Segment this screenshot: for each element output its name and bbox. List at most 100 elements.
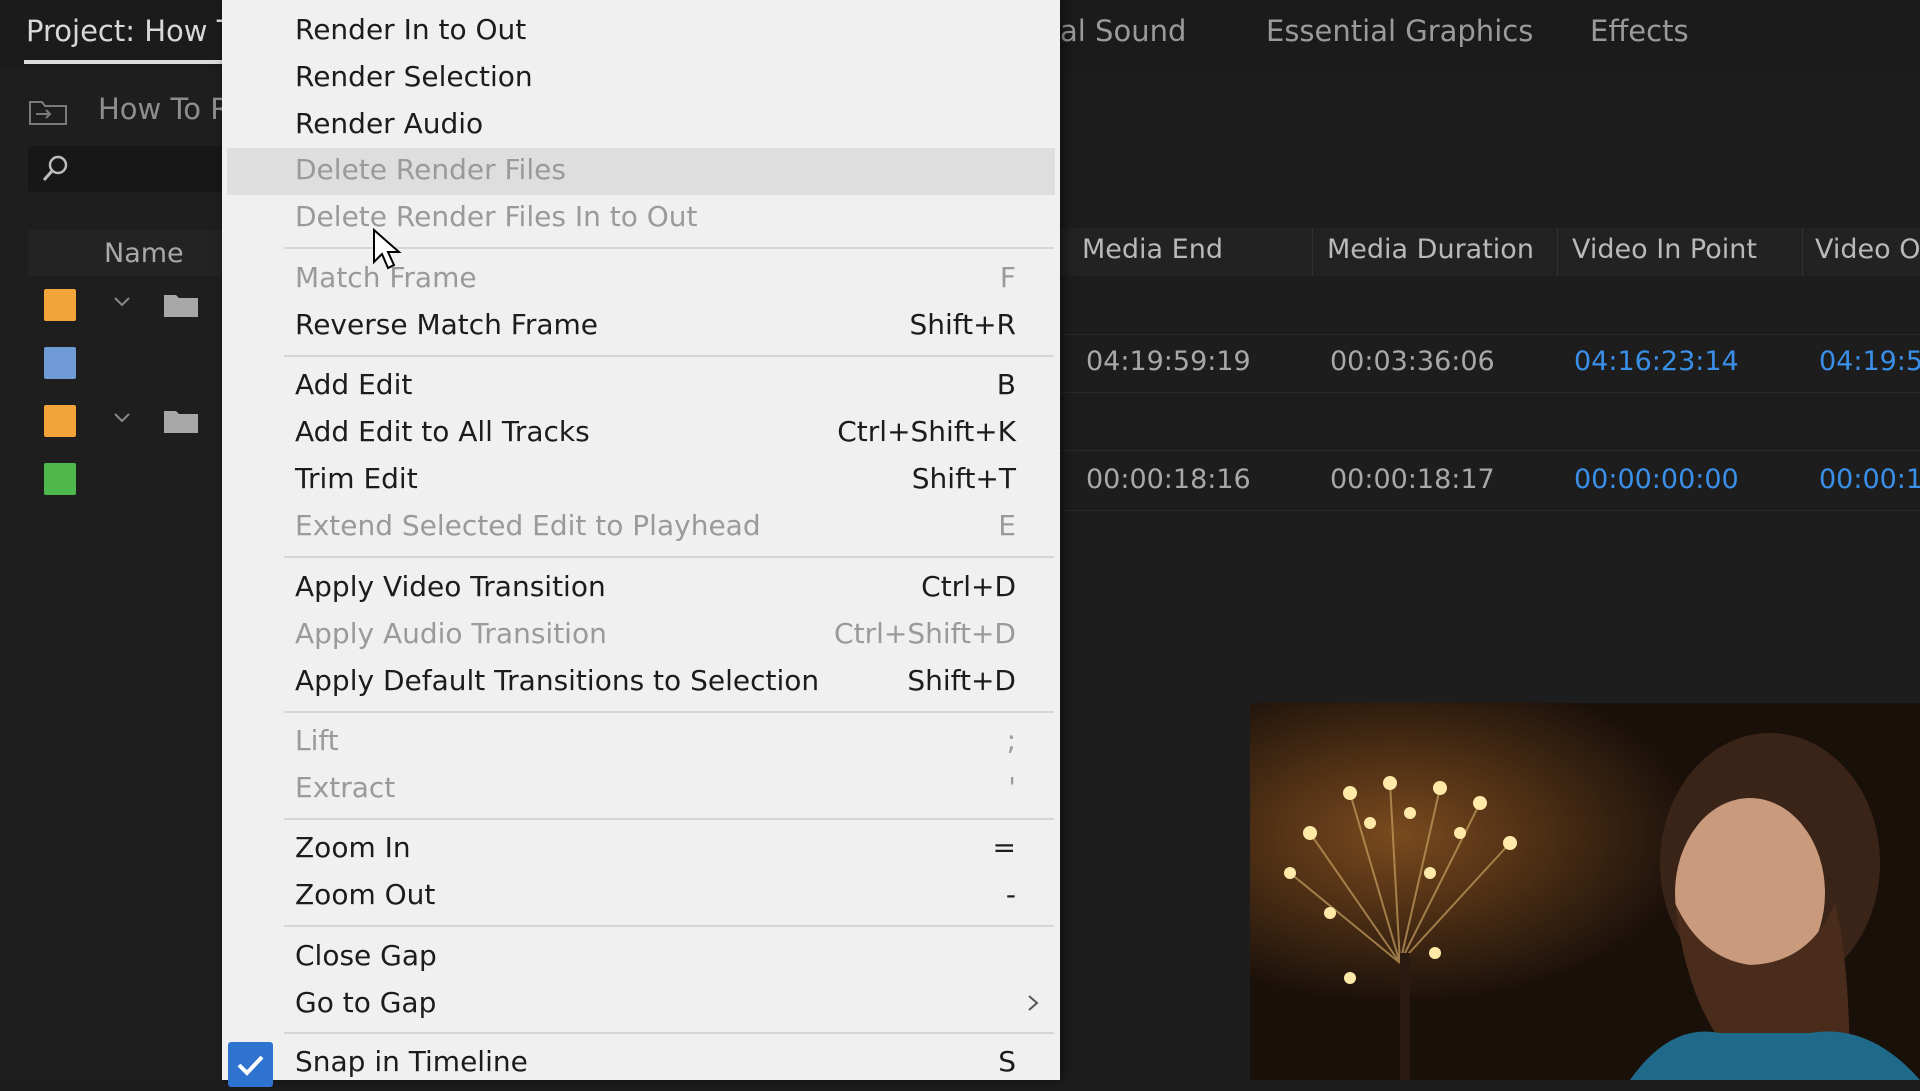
menu-item-label: Extract [295,771,396,804]
column-header-name[interactable]: Name [28,230,228,276]
label-color-swatch[interactable] [44,463,76,495]
menu-item-label: Close Gap [295,939,437,972]
menu-item-reverse-match-frame[interactable]: Reverse Match Frame Shift+R [222,303,1060,350]
video-in-point-cell[interactable]: 00:00:00:00 [1574,464,1739,495]
folder-icon [164,411,198,433]
menu-item-add-edit-to-all-tracks[interactable]: Add Edit to All Tracks Ctrl+Shift+K [222,410,1060,457]
menu-item-apply-default-transitions[interactable]: Apply Default Transitions to Selection S… [222,659,1060,706]
menu-item-extend-selected-edit[interactable]: Extend Selected Edit to Playhead E [222,504,1060,551]
menu-item-lift[interactable]: Lift ; [222,719,1060,766]
menu-item-label: Render In to Out [295,13,527,46]
menu-item-label: Apply Default Transitions to Selection [295,664,820,697]
menu-item-delete-render-files[interactable]: Delete Render Files [227,148,1055,195]
menu-item-label: Render Audio [295,107,484,140]
chevron-down-icon[interactable] [112,408,132,428]
menu-item-label: Render Selection [295,60,533,93]
menu-item-apply-video-transition[interactable]: Apply Video Transition Ctrl+D [222,565,1060,612]
menu-item-match-frame[interactable]: Match Frame F [222,256,1060,303]
project-panel: How To R Name [0,70,228,1080]
menu-item-label: Trim Edit [295,462,418,495]
chevron-down-icon[interactable] [112,292,132,312]
tab-effects[interactable]: Effects [1590,14,1689,48]
menu-separator [284,818,1054,820]
column-video-in-point[interactable]: Video In Point [1572,234,1757,265]
row-divider [1060,450,1920,451]
column-media-end[interactable]: Media End [1082,234,1223,265]
column-divider[interactable] [1312,228,1313,276]
tab-essential-sound[interactable]: al Sound [1060,14,1186,48]
search-icon [42,155,68,181]
menu-item-trim-edit[interactable]: Trim Edit Shift+T [222,457,1060,504]
table-row[interactable]: 04:19:59:19 00:03:36:06 04:16:23:14 04:1… [1060,334,1920,392]
active-tab-indicator [24,60,224,64]
menu-item-label: Zoom Out [295,878,436,911]
media-end-cell: 04:19:59:19 [1086,346,1251,377]
list-item[interactable] [28,448,228,506]
video-out-point-cell[interactable]: 04:19:59 [1819,346,1920,377]
label-color-swatch[interactable] [44,405,76,437]
menu-separator [284,711,1054,713]
menu-item-shortcut: E [998,509,1016,542]
column-divider[interactable] [1802,228,1803,276]
menu-item-shortcut: - [1005,878,1016,911]
metadata-column-headers: Media End Media Duration Video In Point … [1060,228,1920,276]
list-item[interactable] [28,274,228,332]
menu-item-shortcut: B [996,368,1016,401]
menu-item-label: Delete Render Files [295,153,566,186]
tab-essential-graphics[interactable]: Essential Graphics [1266,14,1533,48]
menu-item-apply-audio-transition[interactable]: Apply Audio Transition Ctrl+Shift+D [222,612,1060,659]
menu-item-render-audio[interactable]: Render Audio [222,102,1060,149]
menu-item-shortcut: Ctrl+Shift+K [837,415,1016,448]
menu-item-shortcut: F [999,261,1016,294]
menu-item-shortcut: ' [1008,771,1016,804]
menu-item-close-gap[interactable]: Close Gap [222,934,1060,981]
media-duration-cell: 00:00:18:17 [1330,464,1495,495]
menu-item-label: Snap in Timeline [295,1045,528,1078]
menu-separator [284,925,1054,927]
column-divider[interactable] [1557,228,1558,276]
menu-item-shortcut: Shift+D [907,664,1016,697]
video-out-point-cell[interactable]: 00:00:18 [1819,464,1920,495]
menu-item-delete-render-files-in-to-out[interactable]: Delete Render Files In to Out [222,195,1060,242]
search-input[interactable] [28,146,228,192]
menu-item-go-to-gap[interactable]: Go to Gap [222,981,1060,1028]
menu-item-shortcut: = [992,831,1016,864]
menu-item-shortcut: Shift+T [911,462,1016,495]
list-item[interactable] [28,332,228,390]
menu-item-extract[interactable]: Extract ' [222,766,1060,813]
menu-item-label: Go to Gap [295,986,437,1019]
table-row[interactable]: 00:00:18:16 00:00:18:17 00:00:00:00 00:0… [1060,452,1920,510]
menu-item-shortcut: Shift+R [909,308,1016,341]
menu-item-zoom-out[interactable]: Zoom Out - [222,873,1060,920]
column-video-out-point[interactable]: Video Ou [1815,234,1920,265]
row-divider [1060,510,1920,511]
label-color-swatch[interactable] [44,289,76,321]
column-name-label: Name [104,238,184,269]
bin-title: How To R [98,92,223,126]
list-item[interactable] [28,390,228,448]
column-media-duration[interactable]: Media Duration [1327,234,1534,265]
video-in-point-cell[interactable]: 04:16:23:14 [1574,346,1739,377]
media-end-cell: 00:00:18:16 [1086,464,1251,495]
menu-item-render-selection[interactable]: Render Selection [222,55,1060,102]
checkmark-icon [237,1055,264,1076]
label-color-swatch[interactable] [44,347,76,379]
tab-project[interactable]: Project: How To [26,14,247,48]
menu-item-label: Reverse Match Frame [295,308,599,341]
menu-item-render-in-to-out[interactable]: Render In to Out [222,8,1060,55]
media-duration-cell: 00:03:36:06 [1330,346,1495,377]
menu-item-label: Zoom In [295,831,411,864]
menu-item-label: Delete Render Files In to Out [295,200,698,233]
webcam-image [1250,703,1920,1080]
menu-item-add-edit[interactable]: Add Edit B [222,363,1060,410]
folder-icon [164,295,198,317]
menu-item-zoom-in[interactable]: Zoom In = [222,826,1060,873]
webcam-overlay [1250,703,1920,1080]
bin-folder-icon[interactable] [28,98,68,126]
menu-item-label: Apply Video Transition [295,570,606,603]
menu-item-label: Add Edit to All Tracks [295,415,590,448]
menu-separator [284,1032,1054,1034]
menu-separator [284,556,1054,558]
menu-item-shortcut: Ctrl+Shift+D [834,617,1016,650]
menu-item-label: Lift [295,724,339,757]
